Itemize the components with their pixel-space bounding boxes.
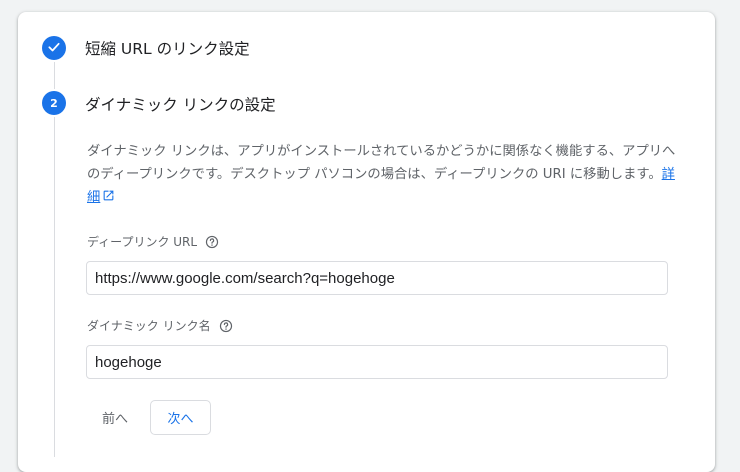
dynamic-link-name-input[interactable]: [86, 345, 668, 379]
next-button[interactable]: 次へ: [150, 400, 211, 435]
step-1-complete-indicator: [42, 36, 66, 60]
step-connector-line: [54, 62, 55, 89]
step-2-number-badge: 2: [42, 91, 66, 115]
description-text: ダイナミック リンクは、アプリがインストールされているかどうかに関係なく機能する…: [87, 144, 676, 182]
deep-link-url-label: ディープリンク URL: [87, 233, 219, 250]
step-2-title: ダイナミック リンクの設定: [85, 96, 276, 114]
deep-link-url-label-text: ディープリンク URL: [87, 235, 198, 249]
help-circle-icon[interactable]: [219, 319, 233, 333]
dynamic-link-name-label: ダイナミック リンク名: [87, 317, 233, 334]
step-description: ダイナミック リンクは、アプリがインストールされているかどうかに関係なく機能する…: [87, 140, 687, 210]
step-connector-line: [54, 117, 55, 457]
external-link-icon: [102, 187, 115, 210]
dynamic-link-name-label-text: ダイナミック リンク名: [87, 319, 211, 333]
previous-button[interactable]: 前へ: [88, 400, 143, 435]
step-1-title[interactable]: 短縮 URL のリンク設定: [85, 37, 250, 59]
help-circle-icon[interactable]: [205, 235, 219, 249]
check-icon: [47, 40, 61, 57]
deep-link-url-input[interactable]: [86, 261, 668, 295]
